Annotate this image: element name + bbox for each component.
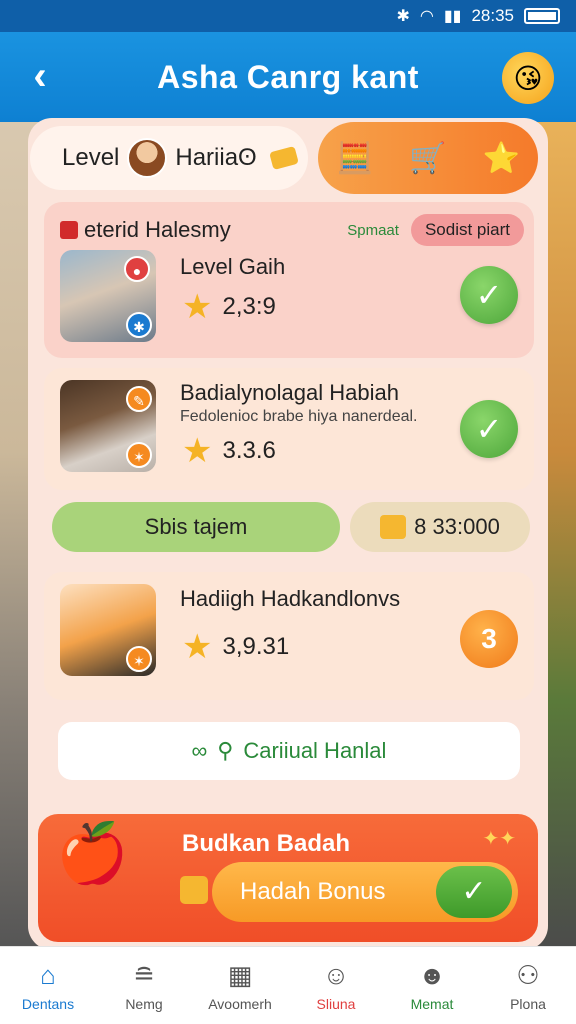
infinity-icon: ∞ <box>191 738 208 763</box>
bluetooth-icon: ✱ <box>396 8 410 25</box>
rating-value: 3.3.6 <box>222 437 276 464</box>
section-link[interactable]: Spmaat <box>347 222 399 239</box>
count-button[interactable]: 3 <box>460 610 518 668</box>
star-badge-icon: ✶ <box>126 646 152 672</box>
app-header: ‹ Asha Canrg kant 😘 <box>0 32 576 122</box>
item-thumbnail: ✎ ✶ <box>60 380 156 472</box>
bonus-title: Budkan Badah <box>182 830 351 857</box>
nav-item-face[interactable]: ☻ Memat <box>387 960 477 1012</box>
coin-icon <box>380 515 407 539</box>
star-icon: ★ <box>182 432 213 470</box>
battery-icon <box>524 8 560 24</box>
section-title: eterid Halesmy <box>84 217 231 242</box>
nav-label: Dentans <box>21 995 75 1012</box>
avatar <box>127 138 168 178</box>
bonus-card: 🍎 Budkan Badah ✦✦ Hadah Bonus ✓ <box>38 814 538 942</box>
level-name: Hariiaʘ <box>175 144 257 171</box>
level-label: Level <box>62 144 120 171</box>
back-arrow-icon[interactable]: ‹ <box>20 54 60 100</box>
check-button[interactable]: ✓ <box>460 266 518 324</box>
fruit-icon: 🍎 <box>56 821 129 886</box>
hint-box[interactable]: ∞ ⚲ Cariiual Hanlal <box>58 722 520 780</box>
item-rating: ★ 3.3.6 <box>182 434 276 468</box>
bottom-nav: ⌂ Dentans ≘ Nemg ▦ Avoomerh ☺ Sliuna ☻ M… <box>0 946 576 1024</box>
wifi-icon: ◠ <box>419 8 434 25</box>
sparkle-icon: ✦✦ <box>482 828 516 850</box>
item-subtitle: Fedolenioc brabe hiya nanerdeal. <box>180 408 418 425</box>
rating-value: 2,3:9 <box>222 293 276 320</box>
bonus-button-label: Hadah Bonus <box>240 878 386 905</box>
primary-button[interactable]: Sbis tajem <box>52 502 340 552</box>
action-row: Sbis tajem 8 33:000 <box>52 502 530 552</box>
rating-value: 3,9.31 <box>222 633 290 660</box>
cat-face-icon: ☻ <box>418 959 446 990</box>
nav-label: Plona <box>510 995 546 1012</box>
edit-icon: ✎ <box>126 386 152 412</box>
emoji-icon[interactable]: 😘 <box>502 52 554 104</box>
check-button[interactable]: ✓ <box>460 400 518 458</box>
list-item[interactable]: ✎ ✶ Badialynolagal Habiah Fedolenioc bra… <box>44 368 534 490</box>
nav-label: Memat <box>410 995 454 1012</box>
nav-item-profile[interactable]: ⚇ Plona <box>483 960 573 1012</box>
nav-label: Avoomerh <box>208 995 272 1012</box>
calendar-icon: ▦ <box>227 959 253 990</box>
gift-icon <box>60 221 78 239</box>
sort-button[interactable]: Sodist piart <box>410 214 524 246</box>
item-title: Badialynolagal Habiah <box>180 380 399 405</box>
item-thumbnail: ✶ <box>60 584 156 676</box>
list-item[interactable]: ✶ Hadiigh Hadkandlonvs ★ 3,9.31 3 <box>44 572 534 700</box>
person-icon: ⚇ <box>516 959 540 990</box>
level-pill[interactable]: Level Hariiaʘ <box>30 126 308 190</box>
home-icon: ⌂ <box>40 959 56 990</box>
burger-icon: ≘ <box>133 959 155 990</box>
snowflake-icon: ✱ <box>126 312 152 338</box>
coin-icon <box>180 876 208 904</box>
cat-icon: ☺ <box>322 959 350 990</box>
item-title: Level Gaih <box>180 254 286 279</box>
record-icon: ● <box>124 256 150 282</box>
page-title: Asha Canrg kant <box>157 58 419 95</box>
coin-icon <box>268 145 299 171</box>
item-thumbnail: ● ✱ <box>60 250 156 342</box>
star-icon: ★ <box>182 628 213 666</box>
bonus-button[interactable]: Hadah Bonus ✓ <box>212 862 518 922</box>
nav-label: Sliuna <box>316 995 356 1012</box>
nav-item-home[interactable]: ⌂ Dentans <box>3 960 93 1012</box>
nav-item-cat[interactable]: ☺ Sliuna <box>291 960 381 1012</box>
star-icon: ⭐ <box>482 141 520 175</box>
hint-text: Cariiual Hanlal <box>243 738 387 763</box>
search-icon: ⚲ <box>217 738 234 763</box>
item-title: Hadiigh Hadkandlonvs <box>180 586 401 611</box>
star-icon: ★ <box>182 288 213 326</box>
section-header: eterid Halesmy Spmaat Sodist piart <box>60 214 524 246</box>
nav-label: Nemg <box>125 995 163 1012</box>
status-bar: ✱ ◠ ▮▮ 28:35 <box>0 0 576 32</box>
nav-item-menu[interactable]: ≘ Nemg <box>99 960 189 1012</box>
coin-amount: 8 33:000 <box>414 514 500 539</box>
check-icon[interactable]: ✓ <box>436 866 512 918</box>
item-rating: ★ 2,3:9 <box>182 290 276 324</box>
list-item[interactable]: eterid Halesmy Spmaat Sodist piart ● ✱ L… <box>44 202 534 358</box>
star-badge-icon: ✶ <box>126 442 152 468</box>
coin-balance[interactable]: 8 33:000 <box>350 502 530 552</box>
item-rating: ★ 3,9.31 <box>182 630 289 664</box>
status-time: 28:35 <box>471 6 514 25</box>
register-icon: 🧮 <box>335 141 374 175</box>
shop-banner[interactable]: 🧮 🛒 ⭐ <box>318 122 538 194</box>
shop-icon: 🛒 <box>409 141 447 175</box>
signal-icon: ▮▮ <box>443 8 462 25</box>
nav-item-calendar[interactable]: ▦ Avoomerh <box>195 960 285 1012</box>
